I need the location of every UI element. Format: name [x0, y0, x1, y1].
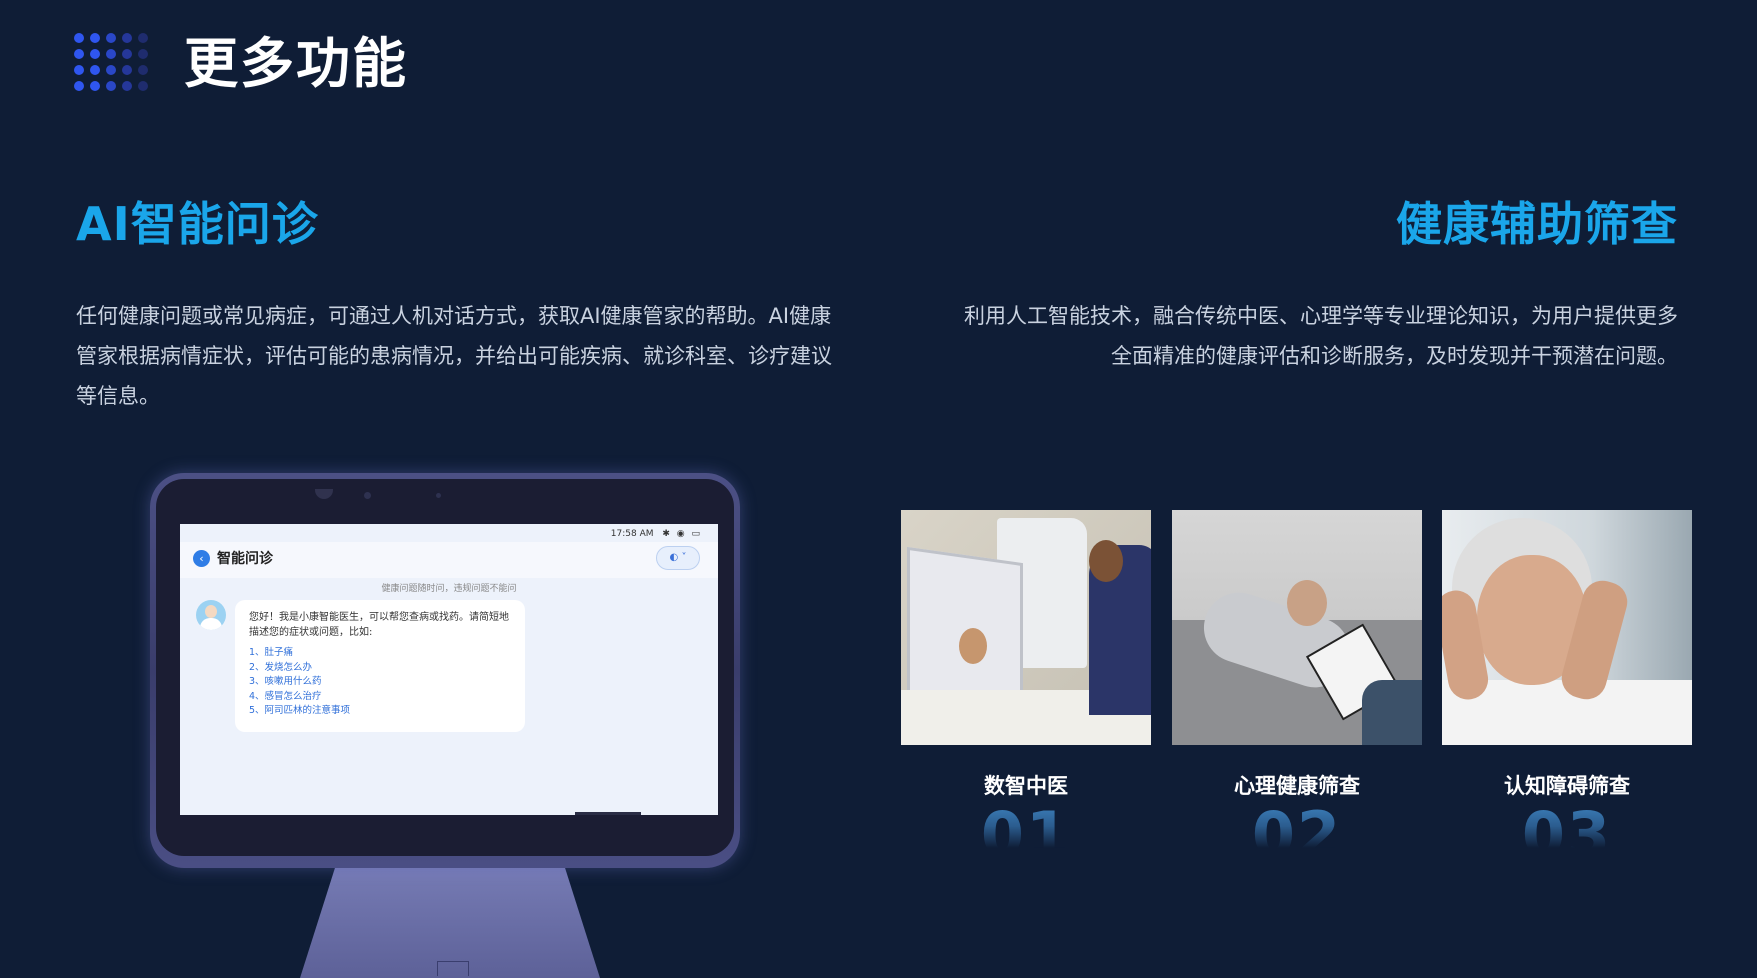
- device-screen: 17:58 AM ✱ ◉ ▭ ‹ 智能问诊 ◐ ˅ 健康问题随时问，违规问题不能…: [180, 524, 718, 815]
- sensor-icon: [364, 492, 371, 499]
- back-button[interactable]: ‹: [193, 550, 210, 567]
- card-number: 01: [901, 800, 1151, 848]
- doctor-avatar: [196, 600, 226, 630]
- sensor-icon: [436, 493, 441, 498]
- card-label: 数智中医: [984, 774, 1068, 798]
- card-mental-health: 心理健康筛查 02: [1172, 510, 1422, 848]
- smart-device-image: 17:58 AM ✱ ◉ ▭ ‹ 智能问诊 ◐ ˅ 健康问题随时问，违规问题不能…: [150, 473, 740, 978]
- suggestion-list: 1、肚子痛 2、发烧怎么办 3、咳嗽用什么药 4、感冒怎么治疗 5、阿司匹林的注…: [249, 646, 511, 719]
- notice-text: 健康问题随时问，违规问题不能问: [381, 584, 517, 594]
- greeting-text: 您好！我是小康智能医生，可以帮您查病或找药。请简短地描述您的症状或问题，比如:: [249, 612, 509, 638]
- health-screening-description: 利用人工智能技术，融合传统中医、心理学等专业理论知识，为用户提供更多 全面精准的…: [902, 296, 1678, 376]
- home-indicator: [575, 812, 641, 815]
- ai-consultation-title: AI智能问诊: [76, 197, 319, 251]
- app-title: 智能问诊: [217, 551, 273, 567]
- mental-health-photo: [1172, 510, 1422, 745]
- ai-consultation-description: 任何健康问题或常见病症，可通过人机对话方式，获取AI健康管家的帮助。AI健康管家…: [76, 304, 832, 408]
- cognitive-photo: [1442, 510, 1692, 745]
- suggestion-item[interactable]: 4、感冒怎么治疗: [249, 690, 511, 705]
- chat-bubble: 您好！我是小康智能医生，可以帮您查病或找药。请简短地描述您的症状或问题，比如: …: [235, 600, 525, 732]
- card-tcm: 数智中医 01: [901, 510, 1151, 848]
- card-number: 02: [1172, 800, 1422, 848]
- card-number: 03: [1442, 800, 1692, 848]
- suggestion-item[interactable]: 3、咳嗽用什么药: [249, 675, 511, 690]
- description-line: 全面精准的健康评估和诊断服务，及时发现并干预潜在问题。: [1111, 344, 1678, 368]
- health-screening-title: 健康辅助筛查: [1396, 197, 1678, 251]
- suggestion-item[interactable]: 2、发烧怎么办: [249, 661, 511, 676]
- decorative-dots-icon: [74, 33, 148, 91]
- description-line: 利用人工智能技术，融合传统中医、心理学等专业理论知识，为用户提供更多: [964, 304, 1678, 328]
- card-label: 认知障碍筛查: [1504, 774, 1630, 798]
- status-time: 17:58 AM: [610, 529, 654, 539]
- suggestion-item[interactable]: 5、阿司匹林的注意事项: [249, 704, 511, 719]
- page-title: 更多功能: [184, 32, 408, 95]
- device-bezel: 17:58 AM ✱ ◉ ▭ ‹ 智能问诊 ◐ ˅ 健康问题随时问，违规问题不能…: [150, 473, 740, 868]
- mode-toggle-button[interactable]: ◐ ˅: [656, 546, 700, 570]
- status-bar: 17:58 AM ✱ ◉ ▭: [611, 529, 702, 539]
- tcm-photo: [901, 510, 1151, 745]
- card-cognitive: 认知障碍筛查 03: [1442, 510, 1692, 848]
- card-label: 心理健康筛查: [1234, 774, 1360, 798]
- status-icons: ✱ ◉ ▭: [662, 529, 702, 539]
- app-header: ‹ 智能问诊 ◐ ˅: [180, 542, 718, 578]
- suggestion-item[interactable]: 1、肚子痛: [249, 646, 511, 661]
- device-slot: [437, 961, 469, 976]
